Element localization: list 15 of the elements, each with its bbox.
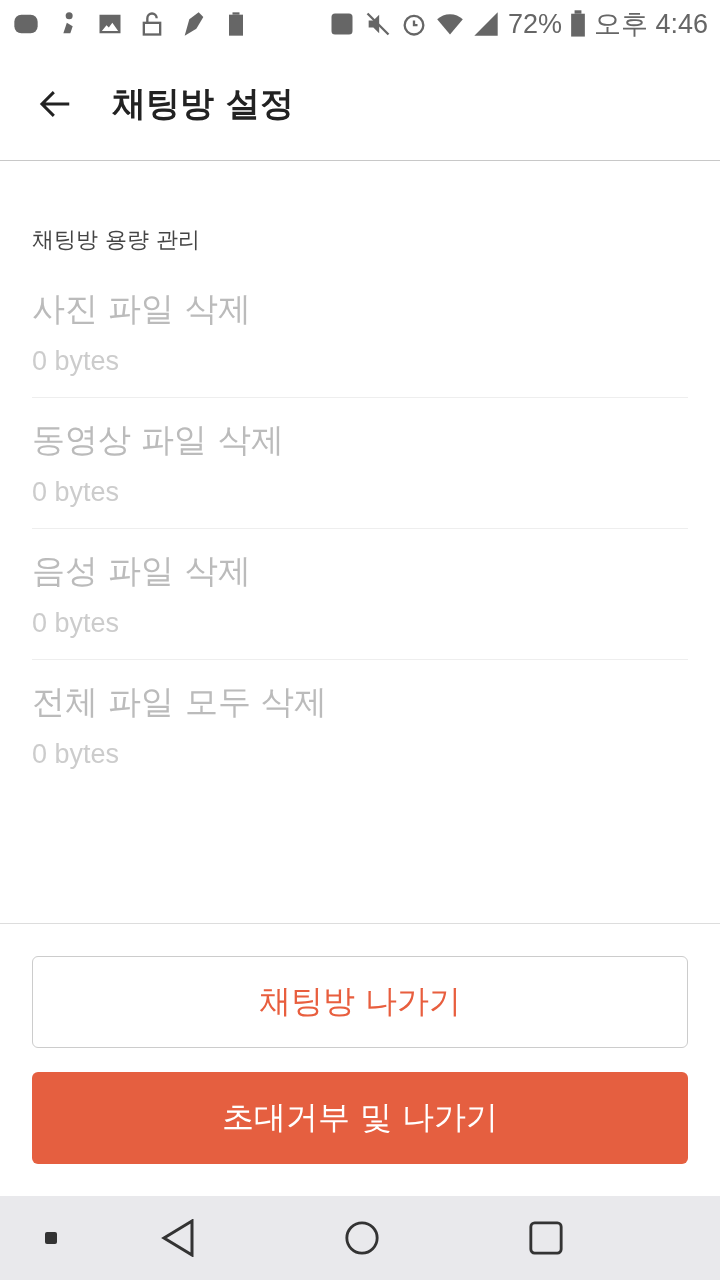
battery-percent: 72% bbox=[507, 8, 562, 40]
leave-button[interactable]: 채팅방 나가기 bbox=[32, 956, 688, 1048]
home-icon[interactable] bbox=[344, 1219, 380, 1257]
signal-icon bbox=[471, 10, 500, 38]
back-nav-icon[interactable] bbox=[160, 1219, 196, 1257]
item-label: 전체 파일 모두 삭제 bbox=[32, 681, 329, 723]
section-title: 채팅방 용량 관리 bbox=[32, 226, 201, 254]
item-label: 음성 파일 삭제 bbox=[32, 550, 252, 592]
decline-leave-button[interactable]: 초대거부 및 나가기 bbox=[32, 1072, 688, 1164]
item-label: 동영상 파일 삭제 bbox=[32, 419, 285, 461]
page-title: 채팅방 설정 bbox=[112, 82, 294, 125]
item-label: 사진 파일 삭제 bbox=[32, 288, 252, 330]
battery-icon bbox=[569, 10, 586, 38]
recents-icon[interactable] bbox=[528, 1219, 564, 1257]
clock: 오후 4:46 bbox=[593, 8, 708, 41]
